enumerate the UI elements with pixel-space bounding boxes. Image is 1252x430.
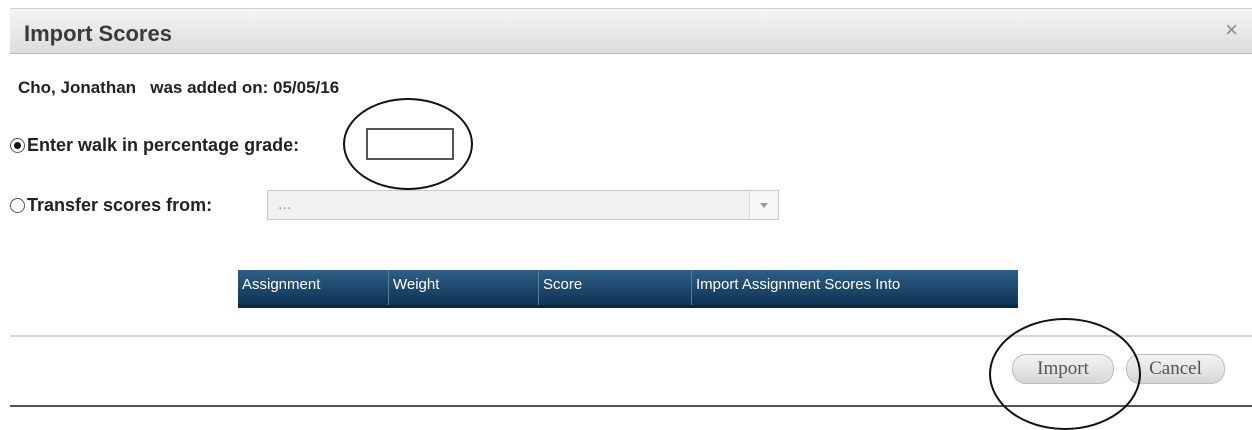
chevron-down-icon[interactable] — [749, 191, 778, 219]
transfer-source-value: ... — [278, 196, 292, 213]
walk-in-option[interactable]: Enter walk in percentage grade: — [10, 135, 299, 156]
close-icon[interactable]: × — [1225, 19, 1238, 41]
column-header-assignment: Assignment — [242, 276, 321, 293]
import-scores-dialog: Import Scores × Cho, Jonathan was added … — [0, 0, 1252, 430]
transfer-source-select[interactable]: ... — [267, 190, 779, 220]
transfer-option[interactable]: Transfer scores from: — [10, 195, 212, 216]
dialog-header: Import Scores × — [10, 8, 1252, 54]
percentage-grade-input[interactable] — [366, 128, 454, 160]
column-header-weight: Weight — [388, 270, 538, 305]
dialog-title: Import Scores — [24, 21, 172, 46]
column-header-import-into: Import Assignment Scores Into — [691, 270, 1018, 305]
column-header-score: Score — [538, 270, 691, 305]
import-button[interactable]: Import — [1012, 354, 1114, 384]
footer-divider — [10, 335, 1252, 337]
student-added-line: Cho, Jonathan was added on: 05/05/16 — [18, 78, 340, 97]
transfer-label: Transfer scores from: — [27, 195, 213, 215]
walk-in-radio[interactable] — [10, 138, 25, 153]
transfer-radio[interactable] — [10, 198, 25, 213]
cancel-button[interactable]: Cancel — [1126, 354, 1225, 384]
assignments-table-header: Assignment Weight Score Import Assignmen… — [238, 270, 1018, 308]
dialog-bottom-border — [10, 405, 1252, 407]
walk-in-label: Enter walk in percentage grade: — [27, 135, 300, 155]
